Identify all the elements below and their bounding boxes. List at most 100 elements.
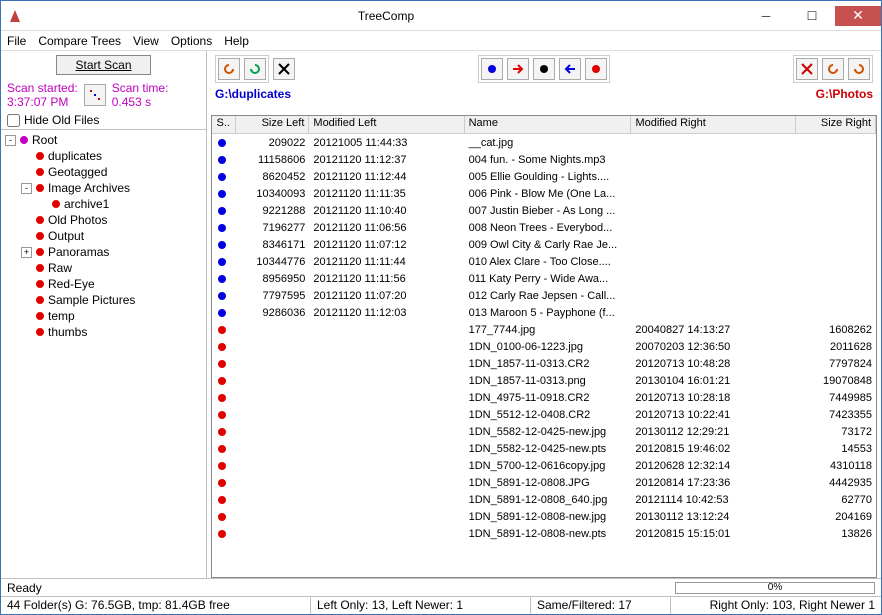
list-row[interactable]: 1DN_1857-11-0313.CR220120713 10:48:28779… (212, 355, 876, 372)
cell-modified-right: 20040827 14:13:27 (631, 324, 796, 336)
list-row[interactable]: 1DN_5700-12-0616copy.jpg20120628 12:32:1… (212, 457, 876, 474)
tree-node[interactable]: Geotagged (1, 164, 206, 180)
tree-node[interactable]: thumbs (1, 324, 206, 340)
cell-modified-right: 20120815 15:15:01 (631, 528, 796, 540)
delete-right-icon[interactable] (796, 58, 818, 80)
list-row[interactable]: 779759520121120 11:07:20012 Carly Rae Je… (212, 287, 876, 304)
tree-node[interactable]: Sample Pictures (1, 292, 206, 308)
bullet-icon (36, 264, 44, 272)
scan-options-icon[interactable] (84, 84, 106, 106)
list-row[interactable]: 719627720121120 11:06:56008 Neon Trees -… (212, 219, 876, 236)
cell-size-right: 14553 (796, 443, 876, 455)
sync-red-icon[interactable] (585, 58, 607, 80)
list-row[interactable]: 1DN_5891-12-0808-new.jpg20130112 13:12:2… (212, 508, 876, 525)
cell-modified-left: 20121120 11:06:56 (309, 222, 464, 234)
menu-help[interactable]: Help (224, 34, 249, 48)
tree-label: Panoramas (48, 245, 109, 259)
cell-name: __cat.jpg (465, 137, 632, 149)
tree-node[interactable]: duplicates (1, 148, 206, 164)
refresh-r2-icon[interactable] (848, 58, 870, 80)
col-size-right[interactable]: Size Right (796, 116, 876, 133)
status-folders: 44 Folder(s) G: 76.5GB, tmp: 81.4GB free (1, 597, 311, 614)
tree-node[interactable]: Output (1, 228, 206, 244)
tree-node[interactable]: -Root (1, 132, 206, 148)
cell-name: 008 Neon Trees - Everybod... (465, 222, 632, 234)
list-row[interactable]: 922128820121120 11:10:40007 Justin Biebe… (212, 202, 876, 219)
list-row[interactable]: 177_7744.jpg20040827 14:13:271608262 (212, 321, 876, 338)
cell-size-left: 8956950 (236, 273, 310, 285)
cell-size-left: 9286036 (236, 307, 310, 319)
refresh-left-icon[interactable] (218, 58, 240, 80)
list-row[interactable]: 895695020121120 11:11:56011 Katy Perry -… (212, 270, 876, 287)
cell-size-right: 4310118 (796, 460, 876, 472)
list-row[interactable]: 1DN_5582-12-0425-new.pts20120815 19:46:0… (212, 440, 876, 457)
col-modified-left[interactable]: Modified Left (309, 116, 464, 133)
tree-node[interactable]: temp (1, 308, 206, 324)
list-row[interactable]: 928603620121120 11:12:03013 Maroon 5 - P… (212, 304, 876, 321)
refresh-r1-icon[interactable] (822, 58, 844, 80)
folder-tree[interactable]: -RootduplicatesGeotagged-Image Archivesa… (1, 129, 206, 578)
close-button[interactable]: ✕ (835, 6, 881, 26)
cell-name: 005 Ellie Goulding - Lights.... (465, 171, 632, 183)
list-row[interactable]: 834617120121120 11:07:12009 Owl City & C… (212, 236, 876, 253)
col-modified-right[interactable]: Modified Right (631, 116, 796, 133)
cell-name: 1DN_5582-12-0425-new.pts (465, 443, 632, 455)
status-bullet-icon (218, 411, 226, 419)
menu-view[interactable]: View (133, 34, 159, 48)
cell-modified-right: 20120814 17:23:36 (631, 477, 796, 489)
status-bullet-icon (218, 377, 226, 385)
status-bullet-icon (218, 428, 226, 436)
hide-old-files-checkbox[interactable] (7, 114, 20, 127)
status-bullet-icon (218, 360, 226, 368)
status-bullet-icon (218, 394, 226, 402)
cell-name: 012 Carly Rae Jepsen - Call... (465, 290, 632, 302)
cell-size-left: 9221288 (236, 205, 310, 217)
tree-toggle-icon[interactable]: - (21, 183, 32, 194)
tree-node[interactable]: archive1 (1, 196, 206, 212)
tree-node[interactable]: Raw (1, 260, 206, 276)
col-status[interactable]: S.. (212, 116, 236, 133)
list-row[interactable]: 1DN_1857-11-0313.png20130104 16:01:21190… (212, 372, 876, 389)
cell-modified-right: 20130112 12:29:21 (631, 426, 796, 438)
tree-node[interactable]: Old Photos (1, 212, 206, 228)
arrow-right-icon[interactable] (507, 58, 529, 80)
menu-file[interactable]: File (7, 34, 26, 48)
col-size-left[interactable]: Size Left (236, 116, 310, 133)
list-row[interactable]: 1DN_5582-12-0425-new.jpg20130112 12:29:2… (212, 423, 876, 440)
tree-label: temp (48, 309, 75, 323)
list-row[interactable]: 1DN_5891-12-0808.JPG20120814 17:23:36444… (212, 474, 876, 491)
tree-node[interactable]: + Panoramas (1, 244, 206, 260)
tree-toggle-icon[interactable]: - (5, 135, 16, 146)
cell-name: 004 fun. - Some Nights.mp3 (465, 154, 632, 166)
tree-label: archive1 (64, 197, 109, 211)
list-row[interactable]: 1034009320121120 11:11:35006 Pink - Blow… (212, 185, 876, 202)
hide-old-files-label: Hide Old Files (24, 113, 99, 127)
col-name[interactable]: Name (465, 116, 632, 133)
tree-node[interactable]: Red-Eye (1, 276, 206, 292)
tree-toggle-icon[interactable]: + (21, 247, 32, 258)
sync-black-icon[interactable] (533, 58, 555, 80)
start-scan-button[interactable]: Start Scan (56, 55, 150, 75)
tree-label: Red-Eye (48, 277, 95, 291)
list-row[interactable]: 1DN_5891-12-0808_640.jpg20121114 10:42:5… (212, 491, 876, 508)
delete-icon[interactable] (273, 58, 295, 80)
minimize-button[interactable]: ─ (743, 6, 789, 26)
list-row[interactable]: 1DN_5891-12-0808-new.pts20120815 15:15:0… (212, 525, 876, 542)
list-row[interactable]: 1115860620121120 11:12:37004 fun. - Some… (212, 151, 876, 168)
list-row[interactable]: 862045220121120 11:12:44005 Ellie Gouldi… (212, 168, 876, 185)
list-row[interactable]: 1DN_0100-06-1223.jpg20070203 12:36:50201… (212, 338, 876, 355)
menu-compare-trees[interactable]: Compare Trees (38, 34, 121, 48)
cell-size-right: 204169 (796, 511, 876, 523)
list-row[interactable]: 1DN_5512-12-0408.CR220120713 10:22:41742… (212, 406, 876, 423)
refresh-right-icon[interactable] (244, 58, 266, 80)
sync-blue-icon[interactable] (481, 58, 503, 80)
list-row[interactable]: 1034477620121120 11:11:44010 Alex Clare … (212, 253, 876, 270)
tree-node[interactable]: -Image Archives (1, 180, 206, 196)
menu-options[interactable]: Options (171, 34, 212, 48)
list-row[interactable]: 20902220121005 11:44:33__cat.jpg (212, 134, 876, 151)
bullet-icon (36, 168, 44, 176)
list-header[interactable]: S.. Size Left Modified Left Name Modifie… (212, 116, 876, 134)
maximize-button[interactable]: ☐ (789, 6, 835, 26)
arrow-left-icon[interactable] (559, 58, 581, 80)
list-row[interactable]: 1DN_4975-11-0918.CR220120713 10:28:18744… (212, 389, 876, 406)
